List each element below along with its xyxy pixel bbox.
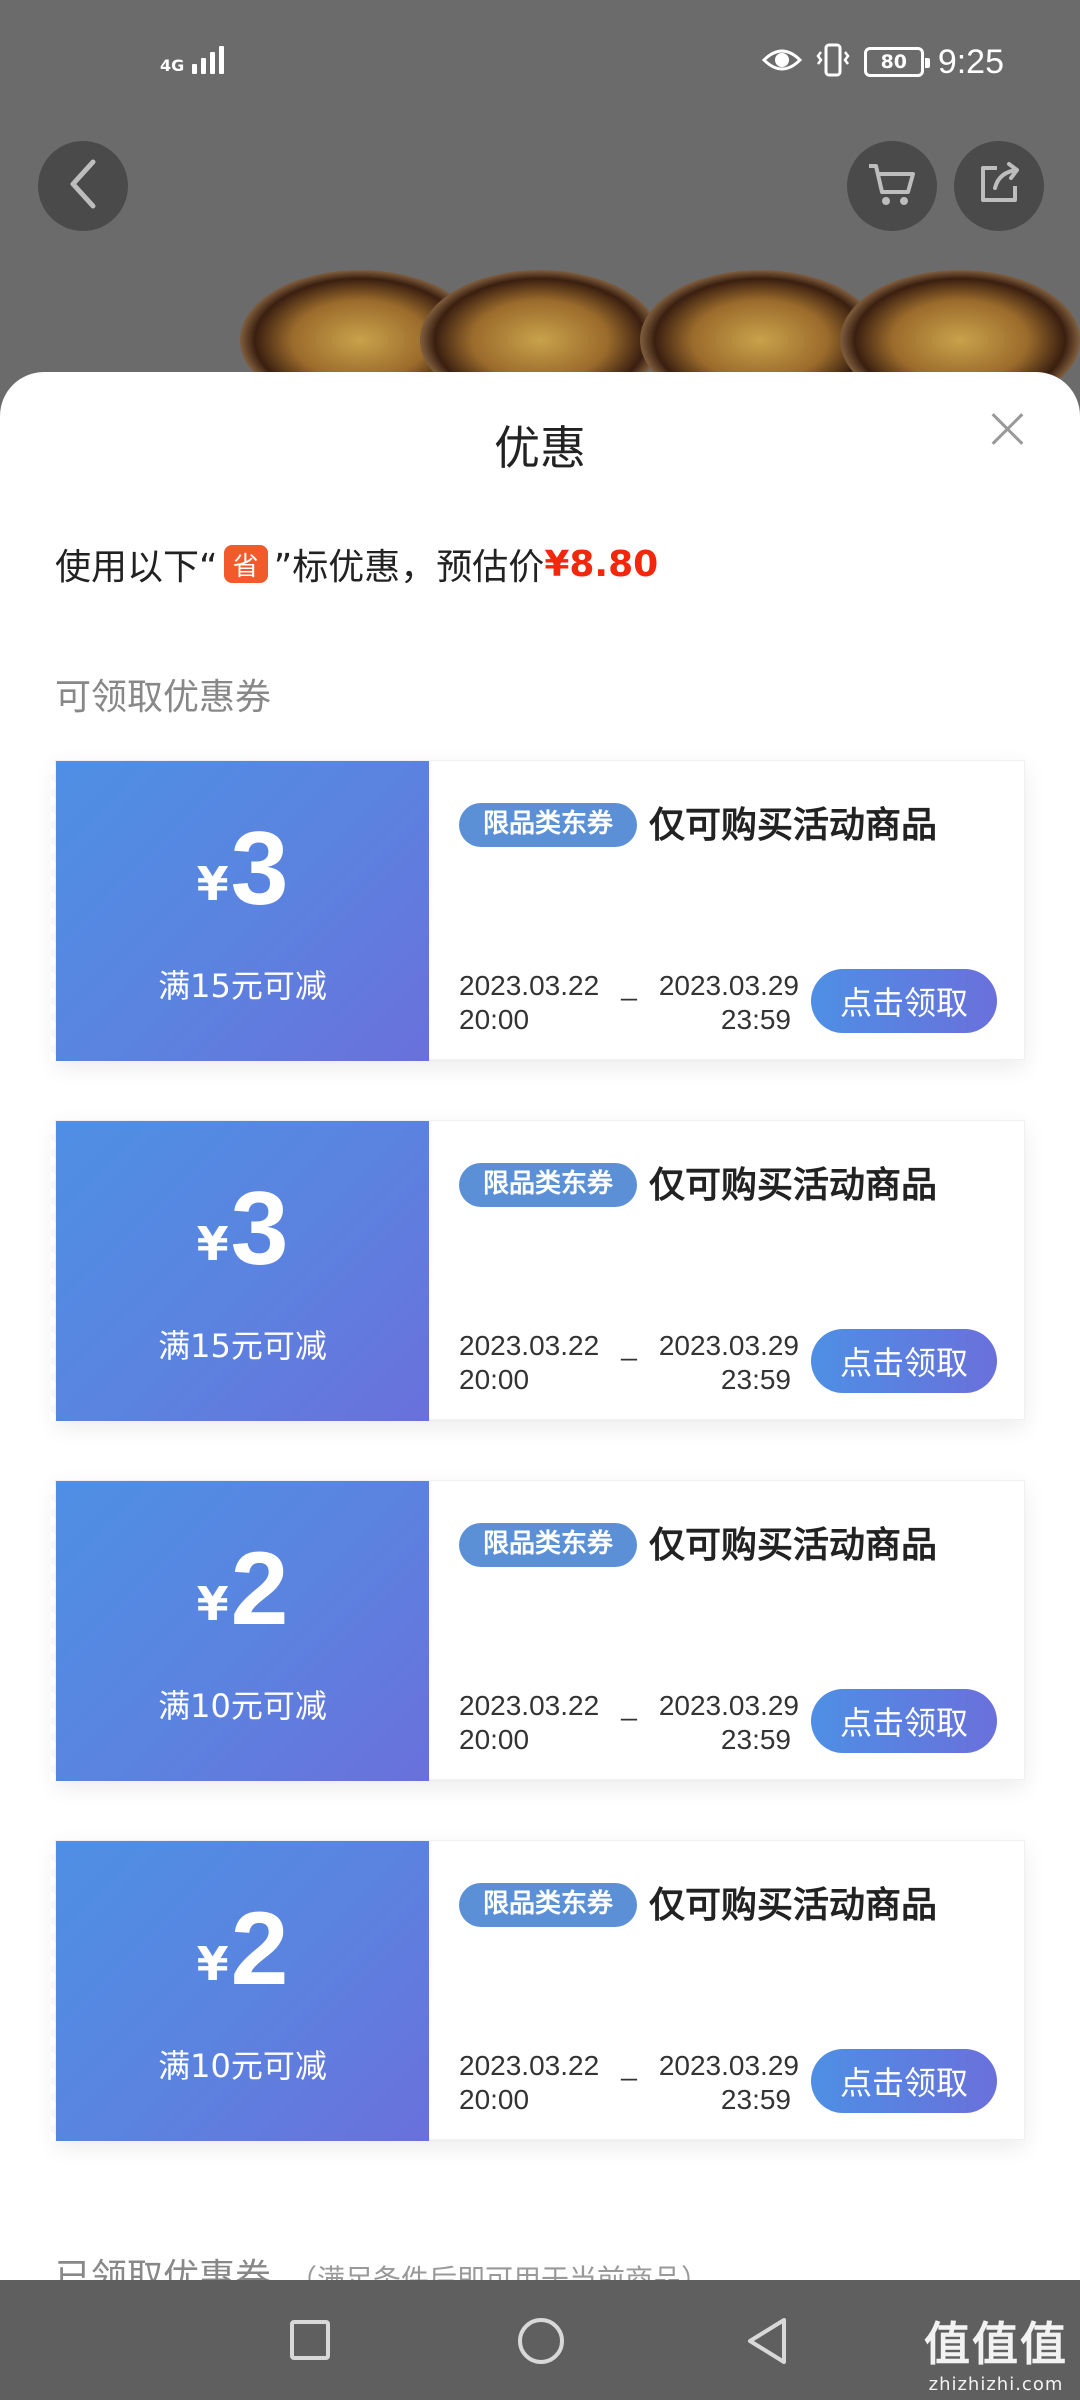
- signal-indicator: 4G: [160, 46, 225, 75]
- coupon-validity: 2023.03.22 _ 2023.03.29 20:00 23:59: [459, 2049, 799, 2117]
- estimated-price: ¥8.80: [544, 543, 659, 585]
- product-image: [220, 262, 1080, 410]
- coupon-condition: 满15元可减: [158, 1327, 327, 1365]
- coupon-amount: ¥3: [56, 1177, 429, 1281]
- close-icon[interactable]: [988, 408, 1028, 448]
- coupon-tag: 限品类东券: [459, 1523, 638, 1567]
- coupon-description: 限品类东券 仅可购买活动商品: [459, 1517, 939, 1575]
- currency-symbol: ¥: [196, 1577, 229, 1631]
- save-badge: 省: [223, 545, 268, 583]
- clock: 9:25: [937, 42, 1004, 81]
- coupon-description: 限品类东券 仅可购买活动商品: [459, 1877, 939, 1935]
- amount-value: 3: [230, 811, 289, 927]
- coupon-amount: ¥3: [56, 817, 429, 921]
- coupon-tag: 限品类东券: [459, 1163, 638, 1207]
- recents-button[interactable]: [290, 2320, 330, 2360]
- date-separator: _: [621, 2050, 637, 2081]
- start-date: 2023.03.22: [459, 1690, 600, 1721]
- coupon-value-panel: ¥3 满15元可减: [50, 1121, 429, 1421]
- start-time: 20:00: [459, 1004, 530, 1035]
- coupon-card: ¥3 满15元可减 限品类东券 仅可购买活动商品 2023.03.22 _ 2023.…: [50, 760, 1025, 1061]
- end-time: 23:59: [720, 1004, 791, 1035]
- end-date: 2023.03.29: [658, 2050, 799, 2081]
- end-time: 23:59: [720, 1724, 791, 1755]
- coupon-condition: 满10元可减: [158, 1687, 327, 1725]
- share-icon: [975, 160, 1023, 212]
- claimed-note: （满足条件后即可用于当前商品）: [289, 2263, 710, 2280]
- estimate-prefix: 使用以下“: [55, 547, 218, 588]
- currency-symbol: ¥: [196, 1217, 229, 1271]
- discount-sheet: 优惠 使用以下“ 省 ”标优惠，预估价 ¥8.80 可领取优惠券 ¥3 满15元…: [0, 372, 1080, 2280]
- claimed-coupons-title: 已领取优惠券 （满足条件后即可用于当前商品）: [55, 2248, 709, 2280]
- end-date: 2023.03.29: [658, 1330, 799, 1361]
- coupon-card: ¥3 满15元可减 限品类东券 仅可购买活动商品 2023.03.22 _ 2023.…: [50, 1120, 1025, 1421]
- claim-coupon-button[interactable]: 点击领取: [811, 2049, 997, 2113]
- coupon-description: 限品类东券 仅可购买活动商品: [459, 797, 939, 855]
- end-time: 23:59: [720, 1364, 791, 1395]
- end-date: 2023.03.29: [658, 1690, 799, 1721]
- system-navigation-bar: [0, 2280, 1080, 2400]
- coupon-condition: 满15元可减: [158, 967, 327, 1005]
- status-bar: 4G 80 9:25: [0, 0, 1080, 140]
- estimate-suffix: ”标优惠，预估价: [273, 547, 545, 588]
- back-button[interactable]: [38, 141, 128, 231]
- claim-coupon-button[interactable]: 点击领取: [811, 1329, 997, 1393]
- coupon-value-panel: ¥2 满10元可减: [50, 1481, 429, 1781]
- coupon-card: ¥2 满10元可减 限品类东券 仅可购买活动商品 2023.03.22 _ 2023.…: [50, 1480, 1025, 1781]
- coupon-desc-text: 仅可购买活动商品: [649, 1525, 938, 1566]
- network-type: 4G: [160, 56, 185, 75]
- start-time: 20:00: [459, 2084, 530, 2115]
- sheet-title: 优惠: [494, 421, 586, 475]
- coupon-desc-text: 仅可购买活动商品: [649, 805, 938, 846]
- cart-icon: [866, 160, 918, 212]
- vibrate-icon: [816, 42, 850, 82]
- date-separator: _: [621, 1690, 637, 1721]
- coupon-validity: 2023.03.22 _ 2023.03.29 20:00 23:59: [459, 1689, 799, 1757]
- coupon-desc-text: 仅可购买活动商品: [649, 1165, 938, 1206]
- back-arrow-icon: [63, 156, 103, 216]
- battery-indicator: 80: [863, 47, 930, 77]
- coupon-condition: 满10元可减: [158, 2047, 327, 2085]
- coupon-tag: 限品类东券: [459, 803, 638, 847]
- coupon-validity: 2023.03.22 _ 2023.03.29 20:00 23:59: [459, 1329, 799, 1397]
- start-time: 20:00: [459, 1364, 530, 1395]
- coupon-amount: ¥2: [56, 1537, 429, 1641]
- claimed-title-text: 已领取优惠券: [55, 2257, 272, 2280]
- amount-value: 2: [230, 1531, 289, 1647]
- share-button[interactable]: [954, 141, 1044, 231]
- coupon-value-panel: ¥2 满10元可减: [50, 1841, 429, 2141]
- watermark: 值值值 zhizhizhi.com: [924, 2308, 1068, 2395]
- coupon-tag: 限品类东券: [459, 1883, 638, 1927]
- coupon-desc-text: 仅可购买活动商品: [649, 1885, 938, 1926]
- currency-symbol: ¥: [196, 857, 229, 911]
- claim-coupon-button[interactable]: 点击领取: [811, 969, 997, 1033]
- amount-value: 3: [230, 1171, 289, 1287]
- coupon-description: 限品类东券 仅可购买活动商品: [459, 1157, 939, 1215]
- watermark-sub: zhizhizhi.com: [928, 2374, 1064, 2395]
- system-back-button[interactable]: [744, 2316, 790, 2370]
- home-button[interactable]: [518, 2318, 564, 2364]
- currency-symbol: ¥: [196, 1937, 229, 1991]
- cart-button[interactable]: [847, 141, 937, 231]
- estimate-line: 使用以下“ 省 ”标优惠，预估价 ¥8.80: [55, 538, 658, 590]
- coupon-value-panel: ¥3 满15元可减: [50, 761, 429, 1061]
- coupon-amount: ¥2: [56, 1897, 429, 2001]
- eye-icon: [761, 46, 802, 78]
- date-separator: _: [621, 1330, 637, 1361]
- date-separator: _: [621, 970, 637, 1001]
- start-date: 2023.03.22: [459, 970, 600, 1001]
- coupon-card: ¥2 满10元可减 限品类东券 仅可购买活动商品 2023.03.22 _ 2023.…: [50, 1840, 1025, 2141]
- claim-coupon-button[interactable]: 点击领取: [811, 1689, 997, 1753]
- start-date: 2023.03.22: [459, 1330, 600, 1361]
- start-date: 2023.03.22: [459, 2050, 600, 2081]
- start-time: 20:00: [459, 1724, 530, 1755]
- end-date: 2023.03.29: [658, 970, 799, 1001]
- end-time: 23:59: [720, 2084, 791, 2115]
- available-coupons-title: 可领取优惠券: [55, 677, 272, 718]
- amount-value: 2: [230, 1891, 289, 2007]
- coupon-validity: 2023.03.22 _ 2023.03.29 20:00 23:59: [459, 969, 799, 1037]
- watermark-main: 值值值: [924, 2317, 1068, 2371]
